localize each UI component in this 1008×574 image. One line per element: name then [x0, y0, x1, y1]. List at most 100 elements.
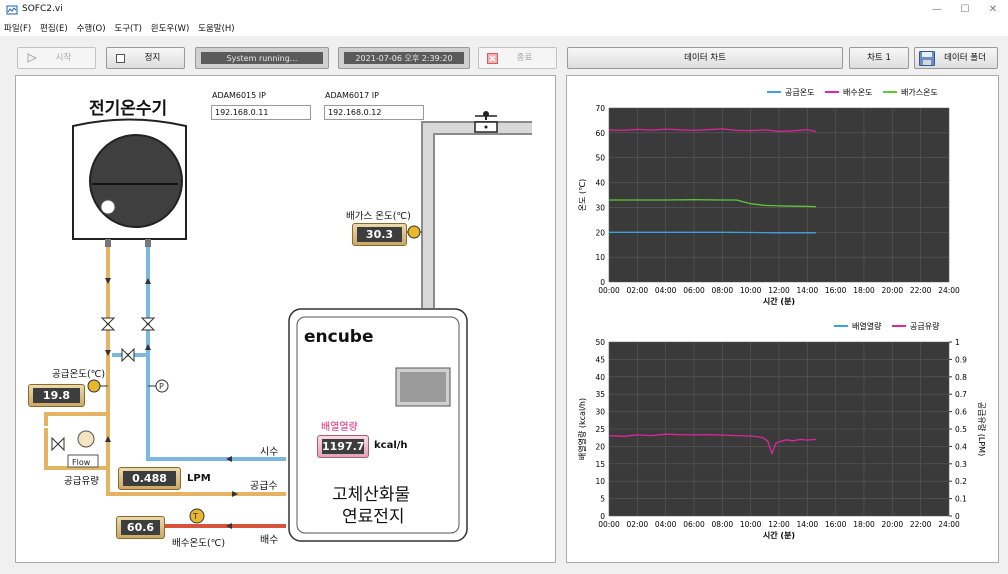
close-button[interactable]: ✕ [978, 2, 1008, 18]
data-chart-button[interactable]: 데이터 차트 [567, 47, 843, 69]
flow-meter-icon [77, 430, 95, 448]
drain-temp-value: 60.6 [121, 520, 160, 535]
charts-panel: 0 10 20 30 40 50 60 70 00:00 02:00 04:00 06:00 08:00… [566, 75, 999, 563]
y2-axis-label: 공급유량 (LPM) [977, 402, 987, 456]
charts-area: 0 10 20 30 40 50 60 70 00:00 02:00 04:00 06:00 08:00… [567, 76, 1000, 564]
legend-label: 배열열량 [852, 321, 882, 331]
close-x-icon [487, 53, 498, 64]
exit-button[interactable]: 종료 [478, 47, 557, 69]
adam6017-ip-input[interactable]: 192.168.0.12 [324, 105, 424, 120]
adam6015-ip-input[interactable]: 192.168.0.11 [211, 105, 311, 120]
minimize-button[interactable]: — [922, 2, 952, 18]
x-tick-label: 06:00 [683, 520, 705, 529]
exhaust-temp-value: 30.3 [357, 227, 402, 242]
supply-thermometer-icon [87, 379, 101, 393]
window-title: SOFC2.vi [22, 4, 63, 14]
chart1-label: 차트 1 [867, 53, 891, 63]
supply-flow-unit: LPM [187, 473, 211, 484]
y-axis-label: 배열열량 (kcal/h) [577, 398, 587, 460]
x-tick-label: 20:00 [882, 520, 904, 529]
exhaust-thermometer-icon [407, 225, 421, 239]
supply-flow-gauge: 0.488 [118, 467, 181, 490]
menu-tools[interactable]: 도구(T) [110, 20, 141, 34]
y-tick-label: 25 [595, 425, 605, 434]
status-display: System running... [195, 47, 329, 69]
supply-temp-label: 공급온도(℃) [52, 369, 106, 380]
title-bar: SOFC2.vi — ☐ ✕ [0, 0, 1008, 20]
y2-tick-label: 0.5 [955, 425, 967, 434]
y-tick-label: 10 [595, 477, 605, 486]
x-axis-label: 시간 (분) [763, 530, 795, 540]
supply-flow-label: 공급유량 [64, 476, 99, 487]
supply-temp-gauge: 19.8 [28, 384, 85, 407]
y-tick-label: 5 [600, 495, 605, 504]
x-tick-label: 12:00 [768, 520, 790, 529]
flow-arrows [105, 278, 238, 529]
pipe-diagram: P Flow T [44, 111, 532, 542]
app-icon [6, 5, 18, 15]
y-tick-label: 30 [595, 408, 605, 417]
stop-square-icon [116, 54, 125, 63]
datetime-text: 2021-07-06 오후 2:39:20 [344, 52, 464, 64]
x-tick-label: 00:00 [598, 520, 620, 529]
datetime-display: 2021-07-06 오후 2:39:20 [338, 47, 470, 69]
maximize-button[interactable]: ☐ [950, 2, 980, 18]
y-tick-label: 45 [595, 355, 605, 364]
y2-tick-label: 0.3 [955, 460, 967, 469]
water-heater [72, 118, 187, 247]
x-tick-label: 18:00 [853, 520, 875, 529]
exhaust-temp-label: 배가스 온도(℃) [346, 211, 411, 222]
status-text: System running... [201, 52, 323, 64]
y-tick-label: 20 [595, 442, 605, 451]
start-button[interactable]: 시작 [17, 47, 96, 69]
y-tick-label: 15 [595, 460, 605, 469]
menu-operate[interactable]: 수행(O) [73, 20, 106, 34]
y2-tick-label: 0.4 [955, 442, 967, 451]
heat-output-unit: kcal/h [374, 440, 408, 451]
legend-label: 공급유량 [910, 321, 940, 331]
x-tick-label: 16:00 [825, 520, 847, 529]
drain-temp-label: 배수온도(℃) [172, 538, 226, 549]
x-tick-label: 04:00 [655, 520, 677, 529]
encube-logo: encube [304, 327, 374, 347]
drain-temp-gauge: 60.6 [116, 516, 165, 539]
x-tick-label: 08:00 [712, 520, 734, 529]
x-tick-label: 24:00 [938, 520, 960, 529]
city-water-label: 시수 [260, 447, 279, 458]
x-tick-label: 14:00 [797, 520, 819, 529]
y2-tick-label: 0.7 [955, 390, 967, 399]
heater-title: 전기온수기 [89, 99, 168, 119]
supply-flow-value: 0.488 [123, 471, 176, 486]
flow-tag: Flow [72, 458, 91, 467]
y2-tick-label: 0.8 [955, 373, 967, 382]
heat-output-value: 1197.7 [322, 439, 365, 454]
play-icon [27, 53, 37, 63]
drain-water-label: 배수 [260, 535, 279, 546]
x-tick-label: 02:00 [627, 520, 649, 529]
y-tick-label: 40 [595, 373, 605, 382]
adam6015-label: ADAM6015 IP [212, 91, 266, 100]
data-folder-label: 데이터 폴더 [944, 53, 986, 63]
y2-tick-label: 0.9 [955, 355, 967, 364]
stop-button[interactable]: 정지 [106, 47, 185, 69]
y2-tick-label: 0 [955, 512, 960, 521]
chart1-button[interactable]: 차트 1 [849, 47, 909, 69]
y2-tick-label: 0.1 [955, 495, 967, 504]
menu-file[interactable]: 파일(F) [0, 20, 31, 34]
adam6017-label: ADAM6017 IP [325, 91, 379, 100]
data-folder-button[interactable]: 데이터 폴더 [914, 47, 998, 69]
chart-2-svg: 0 5 10 15 20 25 30 35 40 45 50 00:00 02:00 04:00 06:00… [577, 321, 987, 540]
heat-output-label: 배열열량 [321, 422, 358, 433]
y2-tick-label: 1 [955, 338, 960, 347]
x-tick-label: 10:00 [740, 520, 762, 529]
menu-help[interactable]: 도움말(H) [194, 20, 234, 34]
start-label: 시작 [55, 53, 72, 63]
y-tick-label: 35 [595, 390, 605, 399]
menu-edit[interactable]: 편집(E) [36, 20, 68, 34]
drain-t-tag: T [192, 512, 198, 521]
heat-output-gauge: 1197.7 [317, 435, 369, 458]
city-water-pipe [112, 247, 286, 461]
system-diagram-panel: P Flow T 전기온수기 ADAM6015 IP 192.168.0.11 … [15, 75, 556, 563]
menu-window[interactable]: 윈도우(W) [147, 20, 190, 34]
exhaust-temp-gauge: 30.3 [352, 223, 407, 246]
